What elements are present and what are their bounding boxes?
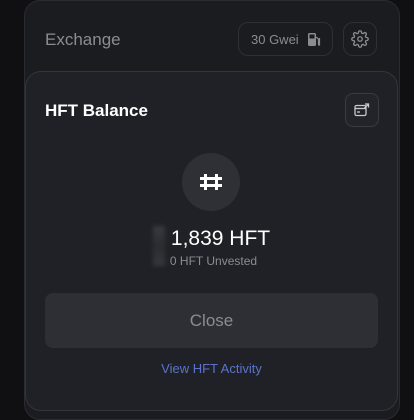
close-button[interactable]: Close (45, 293, 378, 348)
gas-price-button[interactable]: 30 Gwei (238, 22, 333, 56)
gear-icon (351, 30, 369, 48)
modal-title: HFT Balance (45, 101, 148, 120)
hft-balance-amount: 1,839 HFT (170, 227, 271, 250)
settings-button[interactable] (343, 22, 377, 56)
hft-token-icon (182, 153, 240, 211)
view-activity-link[interactable]: View HFT Activity (26, 361, 397, 376)
fuel-pump-icon (307, 32, 321, 47)
export-button[interactable] (345, 93, 379, 127)
hft-unvested-amount: 0 HFT Unvested (169, 254, 258, 268)
exchange-title: Exchange (45, 30, 121, 49)
export-icon (354, 103, 370, 117)
hft-balance-modal: HFT Balance 1,839 HFT 0 HFT Unvested Clo… (25, 71, 398, 411)
gas-price-label: 30 Gwei (251, 31, 299, 47)
